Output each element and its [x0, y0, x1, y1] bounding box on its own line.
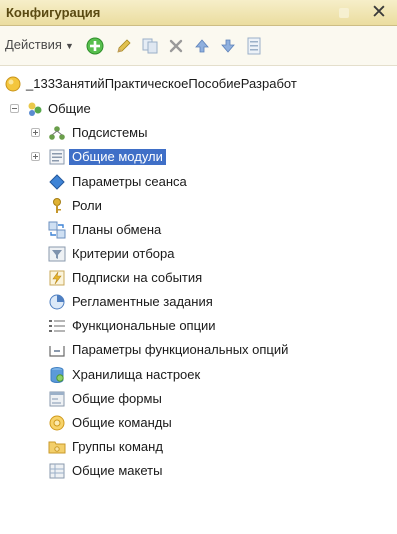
tree-item-label: Роли: [72, 198, 102, 213]
exchange-plans-icon: [48, 221, 66, 239]
tree-item[interactable]: Хранилища настроек: [0, 364, 397, 386]
chevron-down-icon: ▼: [64, 40, 74, 51]
collapse-toggle[interactable]: [10, 104, 19, 113]
expand-toggle[interactable]: [31, 128, 40, 137]
functional-options-icon: [49, 320, 65, 332]
subsystems-icon: [49, 126, 65, 140]
tree-item-label: Общие команды: [72, 415, 172, 430]
configuration-panel: Конфигурация ✕ Действия ▼ _133ЗанятийПра…: [0, 0, 397, 534]
tree-item[interactable]: Функциональные опции: [0, 315, 397, 337]
tree-item-label: Планы обмена: [72, 222, 162, 237]
pin-icon[interactable]: [339, 8, 349, 18]
edit-pencil-icon: [117, 39, 131, 53]
session-parameters-icon: [49, 174, 65, 190]
properties-icon: [247, 37, 261, 55]
tree-item-label: Подсистемы: [72, 125, 148, 140]
tree-item[interactable]: Общие команды: [0, 412, 397, 434]
tree-item[interactable]: Параметры функциональных опций: [0, 339, 397, 361]
tree-node-common[interactable]: Общие: [0, 98, 397, 120]
common-commands-icon: [49, 415, 65, 431]
roles-icon: [53, 198, 61, 213]
add-button[interactable]: [83, 34, 107, 58]
tree-item[interactable]: Роли: [0, 195, 397, 217]
properties-button[interactable]: [242, 34, 266, 58]
toolbar: Действия ▼: [0, 26, 397, 66]
expand-toggle[interactable]: [31, 152, 40, 161]
panel-titlebar: Конфигурация ✕: [0, 0, 397, 26]
event-subscriptions-icon: [49, 270, 65, 286]
edit-button[interactable]: [112, 34, 136, 58]
move-up-icon: [195, 39, 209, 53]
tree-root-node[interactable]: _133ЗанятийПрактическоеПособиеРазработ: [0, 73, 397, 95]
tree-item[interactable]: Подписки на события: [0, 267, 397, 289]
tree-item-label: Общие макеты: [72, 463, 163, 478]
settings-storages-icon: [50, 367, 64, 383]
command-groups-icon: [48, 441, 66, 454]
tree-item[interactable]: Группы команд: [0, 436, 397, 458]
close-button[interactable]: ✕: [368, 2, 390, 24]
common-group-icon: [28, 102, 42, 116]
tree-item[interactable]: Общие модули: [0, 146, 397, 168]
functional-option-parameters-icon: [49, 346, 65, 357]
move-down-button[interactable]: [216, 34, 240, 58]
tree-root-label: _133ЗанятийПрактическоеПособиеРазработ: [26, 76, 297, 91]
tree-item[interactable]: Регламентные задания: [0, 291, 397, 313]
delete-icon: [169, 39, 183, 53]
copy-button[interactable]: [138, 34, 162, 58]
tree-item[interactable]: Общие макеты: [0, 460, 397, 482]
delete-button[interactable]: [164, 34, 188, 58]
scheduled-jobs-icon: [49, 294, 65, 310]
actions-menu-label: Действия: [5, 37, 62, 52]
tree-item-label: Параметры функциональных опций: [72, 342, 289, 357]
move-up-button[interactable]: [190, 34, 214, 58]
tree-item[interactable]: Планы обмена: [0, 219, 397, 241]
copy-icon: [142, 38, 158, 54]
common-modules-icon: [49, 149, 65, 165]
configuration-root-icon: [5, 76, 21, 92]
filter-criteria-icon: [48, 246, 66, 262]
tree-item[interactable]: Параметры сеанса: [0, 171, 397, 193]
tree-item[interactable]: Общие формы: [0, 388, 397, 410]
tree-item-label: Хранилища настроек: [72, 367, 201, 382]
common-forms-icon: [49, 391, 65, 407]
tree-item-label: Функциональные опции: [72, 318, 216, 333]
tree-item-label: Критерии отбора: [72, 246, 175, 261]
tree-item-label: Подписки на события: [72, 270, 203, 285]
tree-item-label: Группы команд: [72, 439, 163, 454]
configuration-tree: _133ЗанятийПрактическоеПособиеРазработ О…: [0, 70, 397, 534]
tree-node-common-label: Общие: [48, 101, 91, 116]
tree-item[interactable]: Подсистемы: [0, 122, 397, 144]
tree-item-label: Регламентные задания: [72, 294, 213, 309]
tree-item[interactable]: Критерии отбора: [0, 243, 397, 265]
add-icon: [86, 37, 104, 55]
move-down-icon: [221, 39, 235, 53]
tree-item-label: Общие формы: [72, 391, 162, 406]
tree-item-label: Параметры сеанса: [72, 174, 187, 189]
panel-title: Конфигурация: [6, 5, 101, 20]
actions-menu-button[interactable]: Действия ▼: [5, 37, 74, 52]
tree-item-label: Общие модули: [69, 149, 166, 165]
common-templates-icon: [49, 463, 65, 479]
